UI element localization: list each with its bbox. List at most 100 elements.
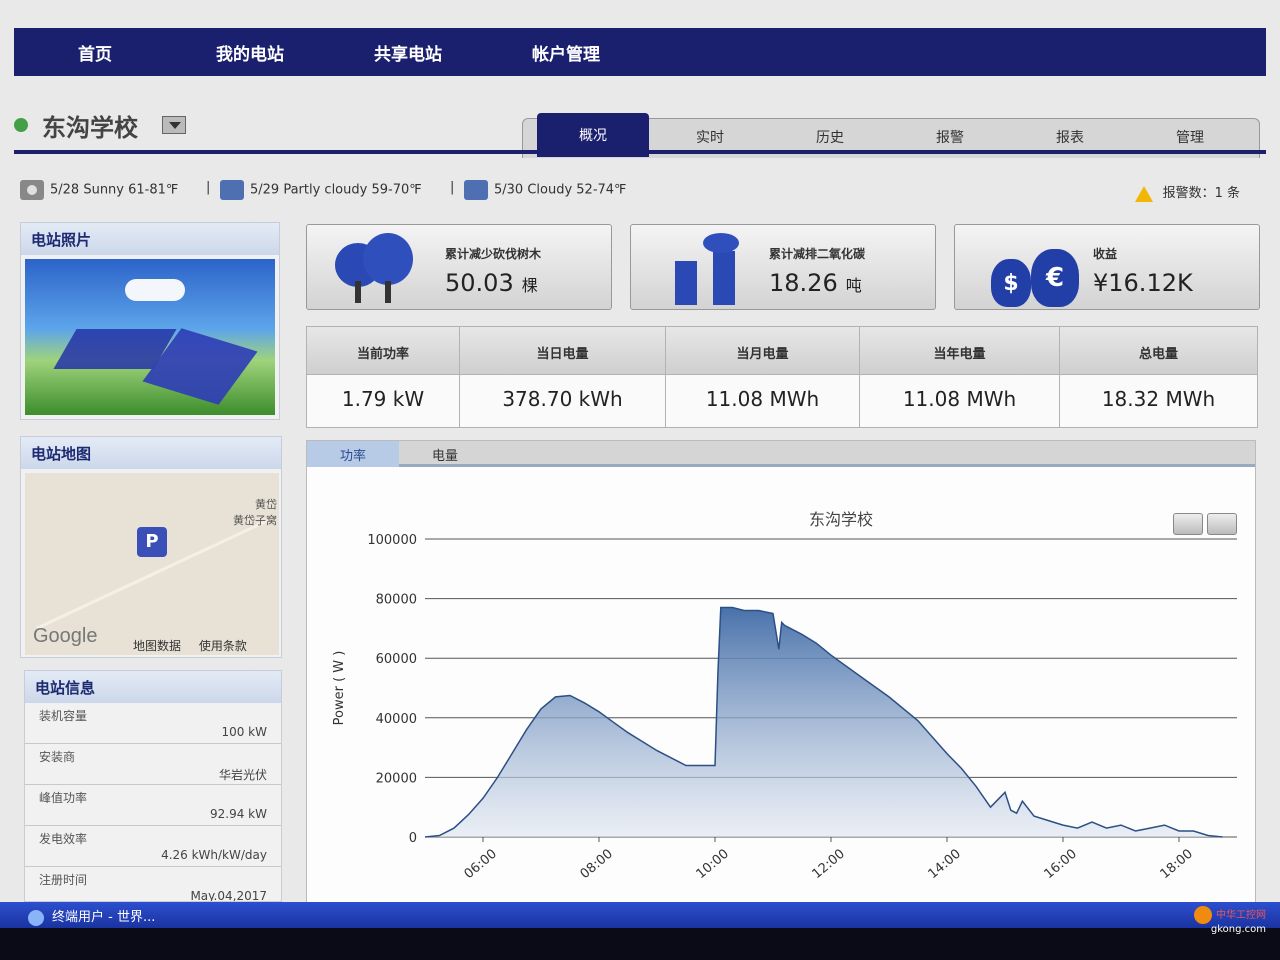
stat-value: 50.03 棵 xyxy=(445,269,538,297)
taskbar-start[interactable]: 终端用户 - 世界... xyxy=(28,906,155,926)
info-label: 峰值功率 xyxy=(39,791,88,805)
info-row-registered: 注册时间 May.04,2017 xyxy=(25,867,281,902)
weather-day-3-text: 5/30 Cloudy 52-74℉ xyxy=(494,182,627,198)
y-tick-label: 40000 xyxy=(376,712,417,727)
energy-header: 当前功率 xyxy=(307,327,459,375)
weather-separator: | xyxy=(206,180,211,195)
stat-unit: 棵 xyxy=(521,276,538,295)
chart-title: 东沟学校 xyxy=(809,510,873,529)
energy-col-yearly: 当年电量 11.08 MWh xyxy=(859,327,1059,427)
info-row-installer: 安装商华岩光伏 xyxy=(25,744,281,785)
chart-tabs: 功率 电量 xyxy=(307,441,1255,467)
watermark: 中华工控网 gkong.com xyxy=(1194,906,1266,936)
alarm-count[interactable]: 报警数：1 条 xyxy=(1134,182,1240,202)
x-tick-label: 06:00 xyxy=(462,847,500,883)
weather-separator: | xyxy=(450,180,455,195)
money-bag-icon: $ € xyxy=(991,231,1087,307)
stat-value: ¥16.12K xyxy=(1093,269,1201,297)
stat-number: 18.26 xyxy=(769,269,838,297)
tab-management[interactable]: 管理 xyxy=(1155,127,1225,147)
station-photo xyxy=(25,259,275,415)
weather-day-2: 5/29 Partly cloudy 59-70℉ xyxy=(220,180,422,200)
info-label: 发电效率 xyxy=(39,832,88,846)
stat-number: 50.03 xyxy=(445,269,514,297)
station-map[interactable]: 黄岱 黄岱子窝 P Google 地图数据 使用条款 xyxy=(25,473,279,655)
x-tick-label: 18:00 xyxy=(1158,847,1196,883)
station-dropdown-icon[interactable] xyxy=(162,116,186,134)
tree-icon xyxy=(335,233,419,303)
google-logo: Google xyxy=(33,625,98,647)
energy-value: 1.79 kW xyxy=(307,375,459,427)
info-value: 92.94 kW xyxy=(210,807,267,821)
map-pin-icon[interactable]: P xyxy=(137,527,167,557)
tab-alarms[interactable]: 报警 xyxy=(915,127,985,147)
power-chart-card: 功率 电量 东沟学校 0 20000 40000 60000 80000 100000 Pow… xyxy=(306,440,1256,910)
chart-tab-energy[interactable]: 电量 xyxy=(399,441,491,467)
info-value: 华岩光伏 xyxy=(218,768,267,782)
panel-title: 电站信息 xyxy=(25,671,281,703)
energy-col-monthly: 当月电量 11.08 MWh xyxy=(665,327,859,427)
status-online-icon xyxy=(14,118,28,132)
station-photo-panel: 电站照片 xyxy=(20,222,280,420)
tab-realtime[interactable]: 实时 xyxy=(675,127,745,147)
energy-header: 当月电量 xyxy=(666,327,859,375)
info-label: 装机容量 xyxy=(39,709,88,723)
station-title: 东沟学校 xyxy=(42,114,138,142)
chart-tab-power[interactable]: 功率 xyxy=(307,441,399,467)
tab-history[interactable]: 历史 xyxy=(795,127,865,147)
energy-value: 18.32 MWh xyxy=(1060,375,1257,427)
weather-day-3: 5/30 Cloudy 52-74℉ xyxy=(464,180,626,200)
stat-label: 累计减排二氧化碳 xyxy=(769,247,866,261)
y-axis-label: Power ( W ) xyxy=(332,651,347,726)
y-tick-label: 100000 xyxy=(367,533,417,548)
map-links: 地图数据 使用条款 xyxy=(133,637,247,654)
taskbar-text: 终端用户 - 世界... xyxy=(52,910,156,925)
terms-link[interactable]: 使用条款 xyxy=(199,639,247,653)
y-tick-label: 80000 xyxy=(376,593,417,608)
nav-shared-stations[interactable]: 共享电站 xyxy=(374,40,442,65)
info-value: May.04,2017 xyxy=(190,889,267,902)
nav-my-stations[interactable]: 我的电站 xyxy=(216,40,284,65)
power-chart: 东沟学校 0 20000 40000 60000 80000 100000 Power ( W… xyxy=(332,510,1237,883)
stat-label: 累计减少砍伐树木 xyxy=(445,247,542,261)
start-icon xyxy=(28,909,44,926)
header-divider xyxy=(14,150,1266,154)
stat-co2: 累计减排二氧化碳 18.26 吨 xyxy=(630,224,936,310)
weather-day-1-text: 5/28 Sunny 61-81℉ xyxy=(50,182,179,198)
cloud-icon xyxy=(464,180,488,200)
info-value: 100 kW xyxy=(221,725,267,739)
sun-icon xyxy=(20,180,44,200)
watermark-line: gkong.com xyxy=(1210,924,1266,935)
stat-number: ¥16.12K xyxy=(1093,269,1193,297)
stat-trees: 累计减少砍伐树木 50.03 棵 xyxy=(306,224,612,310)
nav-home[interactable]: 首页 xyxy=(78,40,112,65)
energy-col-daily: 当日电量 378.70 kWh xyxy=(459,327,665,427)
weather-day-2-text: 5/29 Partly cloudy 59-70℉ xyxy=(250,182,422,198)
nav-account[interactable]: 帐户管理 xyxy=(532,40,600,65)
info-label: 安装商 xyxy=(39,750,76,764)
x-tick-label: 14:00 xyxy=(926,847,964,883)
map-data-link[interactable]: 地图数据 xyxy=(133,639,181,653)
info-row-capacity: 装机容量 100 kW xyxy=(25,703,281,744)
stat-revenue: $ € 收益 ¥16.12K xyxy=(954,224,1260,310)
factory-icon xyxy=(671,233,741,305)
series-area xyxy=(425,607,1223,837)
top-navigation: 首页 我的电站 共享电站 帐户管理 xyxy=(14,28,1266,76)
map-place-line: 黄岱 xyxy=(255,498,277,511)
info-value: 4.26 kWh/kW/day xyxy=(161,848,267,862)
panel-title: 电站地图 xyxy=(21,437,281,469)
info-label: 注册时间 xyxy=(39,873,88,887)
map-place-line: 黄岱子窝 xyxy=(233,514,277,527)
x-tick-label: 10:00 xyxy=(694,847,732,883)
watermark-line: 中华工控网 xyxy=(1216,910,1266,921)
energy-summary-table: 当前功率 1.79 kW 当日电量 378.70 kWh 当月电量 11.08 … xyxy=(306,326,1258,428)
x-tick-label: 16:00 xyxy=(1042,847,1080,883)
stat-unit: 吨 xyxy=(845,276,862,295)
stat-value: 18.26 吨 xyxy=(769,269,862,297)
energy-value: 378.70 kWh xyxy=(460,375,665,427)
station-map-panel: 电站地图 黄岱 黄岱子窝 P Google 地图数据 使用条款 xyxy=(20,436,282,658)
tab-reports[interactable]: 报表 xyxy=(1035,127,1105,147)
x-tick-label: 12:00 xyxy=(810,847,848,883)
stat-label: 收益 xyxy=(1093,247,1118,261)
x-tick-label: 08:00 xyxy=(578,847,616,883)
